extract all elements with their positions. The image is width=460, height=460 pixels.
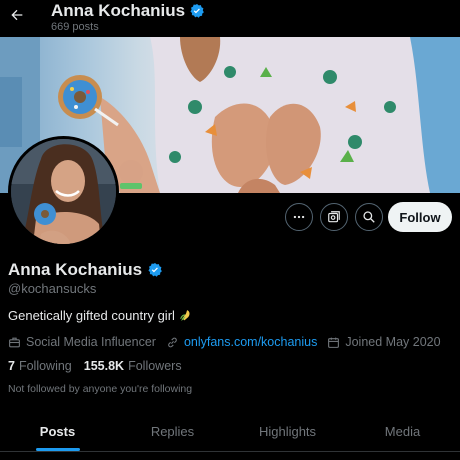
tab-replies[interactable]: Replies bbox=[115, 412, 230, 451]
tab-label: Replies bbox=[150, 424, 195, 439]
tab-label: Highlights bbox=[258, 424, 317, 439]
calendar-icon bbox=[328, 337, 340, 348]
tab-label: Media bbox=[384, 424, 421, 439]
category-item: Social Media Influencer bbox=[8, 335, 156, 349]
subscribe-button[interactable] bbox=[320, 203, 348, 231]
top-bar: Anna Kochanius 669 posts bbox=[0, 0, 460, 37]
active-tab-indicator bbox=[35, 448, 80, 451]
more-options-button[interactable] bbox=[285, 203, 313, 231]
profile-meta: Social Media Influencer onlyfans.com/koc… bbox=[8, 333, 451, 351]
profile-bio: Genetically gifted country girl bbox=[8, 308, 192, 323]
tab-posts[interactable]: Posts bbox=[0, 412, 115, 451]
following-link[interactable]: 7 Following bbox=[8, 359, 72, 373]
display-name-text: Anna Kochanius bbox=[8, 260, 143, 279]
bio-text: Genetically gifted country girl bbox=[8, 308, 175, 323]
category-text: Social Media Influencer bbox=[26, 335, 156, 349]
back-button[interactable] bbox=[6, 4, 28, 26]
search-icon bbox=[363, 211, 375, 223]
followers-count: 155.8K bbox=[83, 359, 125, 373]
follow-button[interactable]: Follow bbox=[388, 202, 452, 232]
followers-link[interactable]: 155.8K Followers bbox=[84, 359, 182, 373]
followers-label: Followers bbox=[128, 359, 182, 373]
joined-text: Joined May 2020 bbox=[345, 335, 441, 349]
following-label: Following bbox=[18, 359, 72, 373]
website-link[interactable]: onlyfans.com/kochanius bbox=[184, 335, 317, 349]
link-icon bbox=[168, 337, 177, 347]
follow-stats: 7 Following 155.8K Followers bbox=[8, 359, 182, 373]
header-name: Anna Kochanius bbox=[51, 1, 186, 20]
profile-tabs: Posts Replies Highlights Media bbox=[0, 412, 460, 452]
joined-item: Joined May 2020 bbox=[327, 335, 441, 349]
subscribe-icon bbox=[328, 211, 340, 223]
tab-highlights[interactable]: Highlights bbox=[230, 412, 345, 451]
briefcase-icon bbox=[9, 337, 20, 347]
profile-name: Anna Kochanius bbox=[8, 260, 163, 280]
verified-badge-icon bbox=[190, 4, 204, 18]
verified-badge-icon[interactable] bbox=[147, 262, 163, 278]
profile-avatar[interactable] bbox=[8, 136, 119, 247]
following-count: 7 bbox=[8, 359, 15, 373]
header-posts-count: 669 posts bbox=[51, 21, 99, 33]
tab-media[interactable]: Media bbox=[345, 412, 460, 451]
arrow-left-icon bbox=[11, 9, 23, 21]
header-title: Anna Kochanius bbox=[51, 1, 205, 21]
corn-emoji-icon bbox=[180, 310, 190, 321]
avatar-photo bbox=[11, 139, 116, 244]
search-profile-button[interactable] bbox=[355, 203, 383, 231]
website-item: onlyfans.com/kochanius bbox=[166, 335, 317, 349]
tab-label: Posts bbox=[39, 424, 76, 439]
not-followed-notice: Not followed by anyone you're following bbox=[8, 383, 193, 395]
profile-handle: @kochansucks bbox=[8, 281, 97, 296]
more-horizontal-icon bbox=[293, 215, 305, 219]
